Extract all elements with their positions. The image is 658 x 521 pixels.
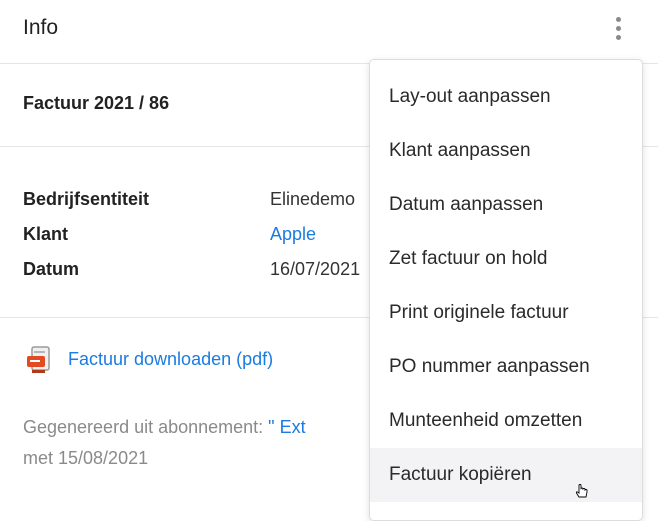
client-link[interactable]: Apple <box>270 224 370 245</box>
actions-dropdown-menu: Lay-out aanpassen Klant aanpassen Datum … <box>369 59 643 521</box>
detail-value-entity: Elinedemo <box>270 189 356 209</box>
menu-item-copy-invoice[interactable]: Factuur kopiëren <box>370 448 642 502</box>
menu-item-edit-po-number[interactable]: PO nummer aanpassen <box>370 340 642 394</box>
menu-item-edit-date[interactable]: Datum aanpassen <box>370 178 642 232</box>
detail-value-date: 16/07/2021 <box>270 259 361 279</box>
more-options-icon[interactable] <box>606 14 630 44</box>
menu-item-edit-layout[interactable]: Lay-out aanpassen <box>370 70 642 124</box>
generated-prefix: Gegenereerd uit abonnement: <box>23 417 269 437</box>
detail-label-client: Klant <box>23 224 68 244</box>
menu-item-put-on-hold[interactable]: Zet factuur on hold <box>370 232 642 286</box>
detail-label-date: Datum <box>23 259 80 279</box>
hand-cursor-icon <box>575 484 588 498</box>
menu-item-print-original[interactable]: Print originele factuur <box>370 286 642 340</box>
generated-suffix: met 15/08/2021 <box>23 448 149 468</box>
download-pdf-link[interactable]: Factuur downloaden (pdf) <box>68 349 273 370</box>
menu-item-convert-currency[interactable]: Munteenheid omzetten <box>370 394 642 448</box>
subscription-link[interactable]: " Ext <box>268 417 305 437</box>
info-header: Info <box>0 0 658 64</box>
menu-item-edit-client[interactable]: Klant aanpassen <box>370 124 642 178</box>
generated-from-subscription: Gegenereerd uit abonnement: " Ext met 15… <box>23 412 368 474</box>
pdf-file-icon[interactable] <box>25 346 53 376</box>
invoice-title: Factuur 2021 / 86 <box>23 93 170 113</box>
detail-label-entity: Bedrijfsentiteit <box>23 189 150 209</box>
page-title: Info <box>23 16 59 39</box>
